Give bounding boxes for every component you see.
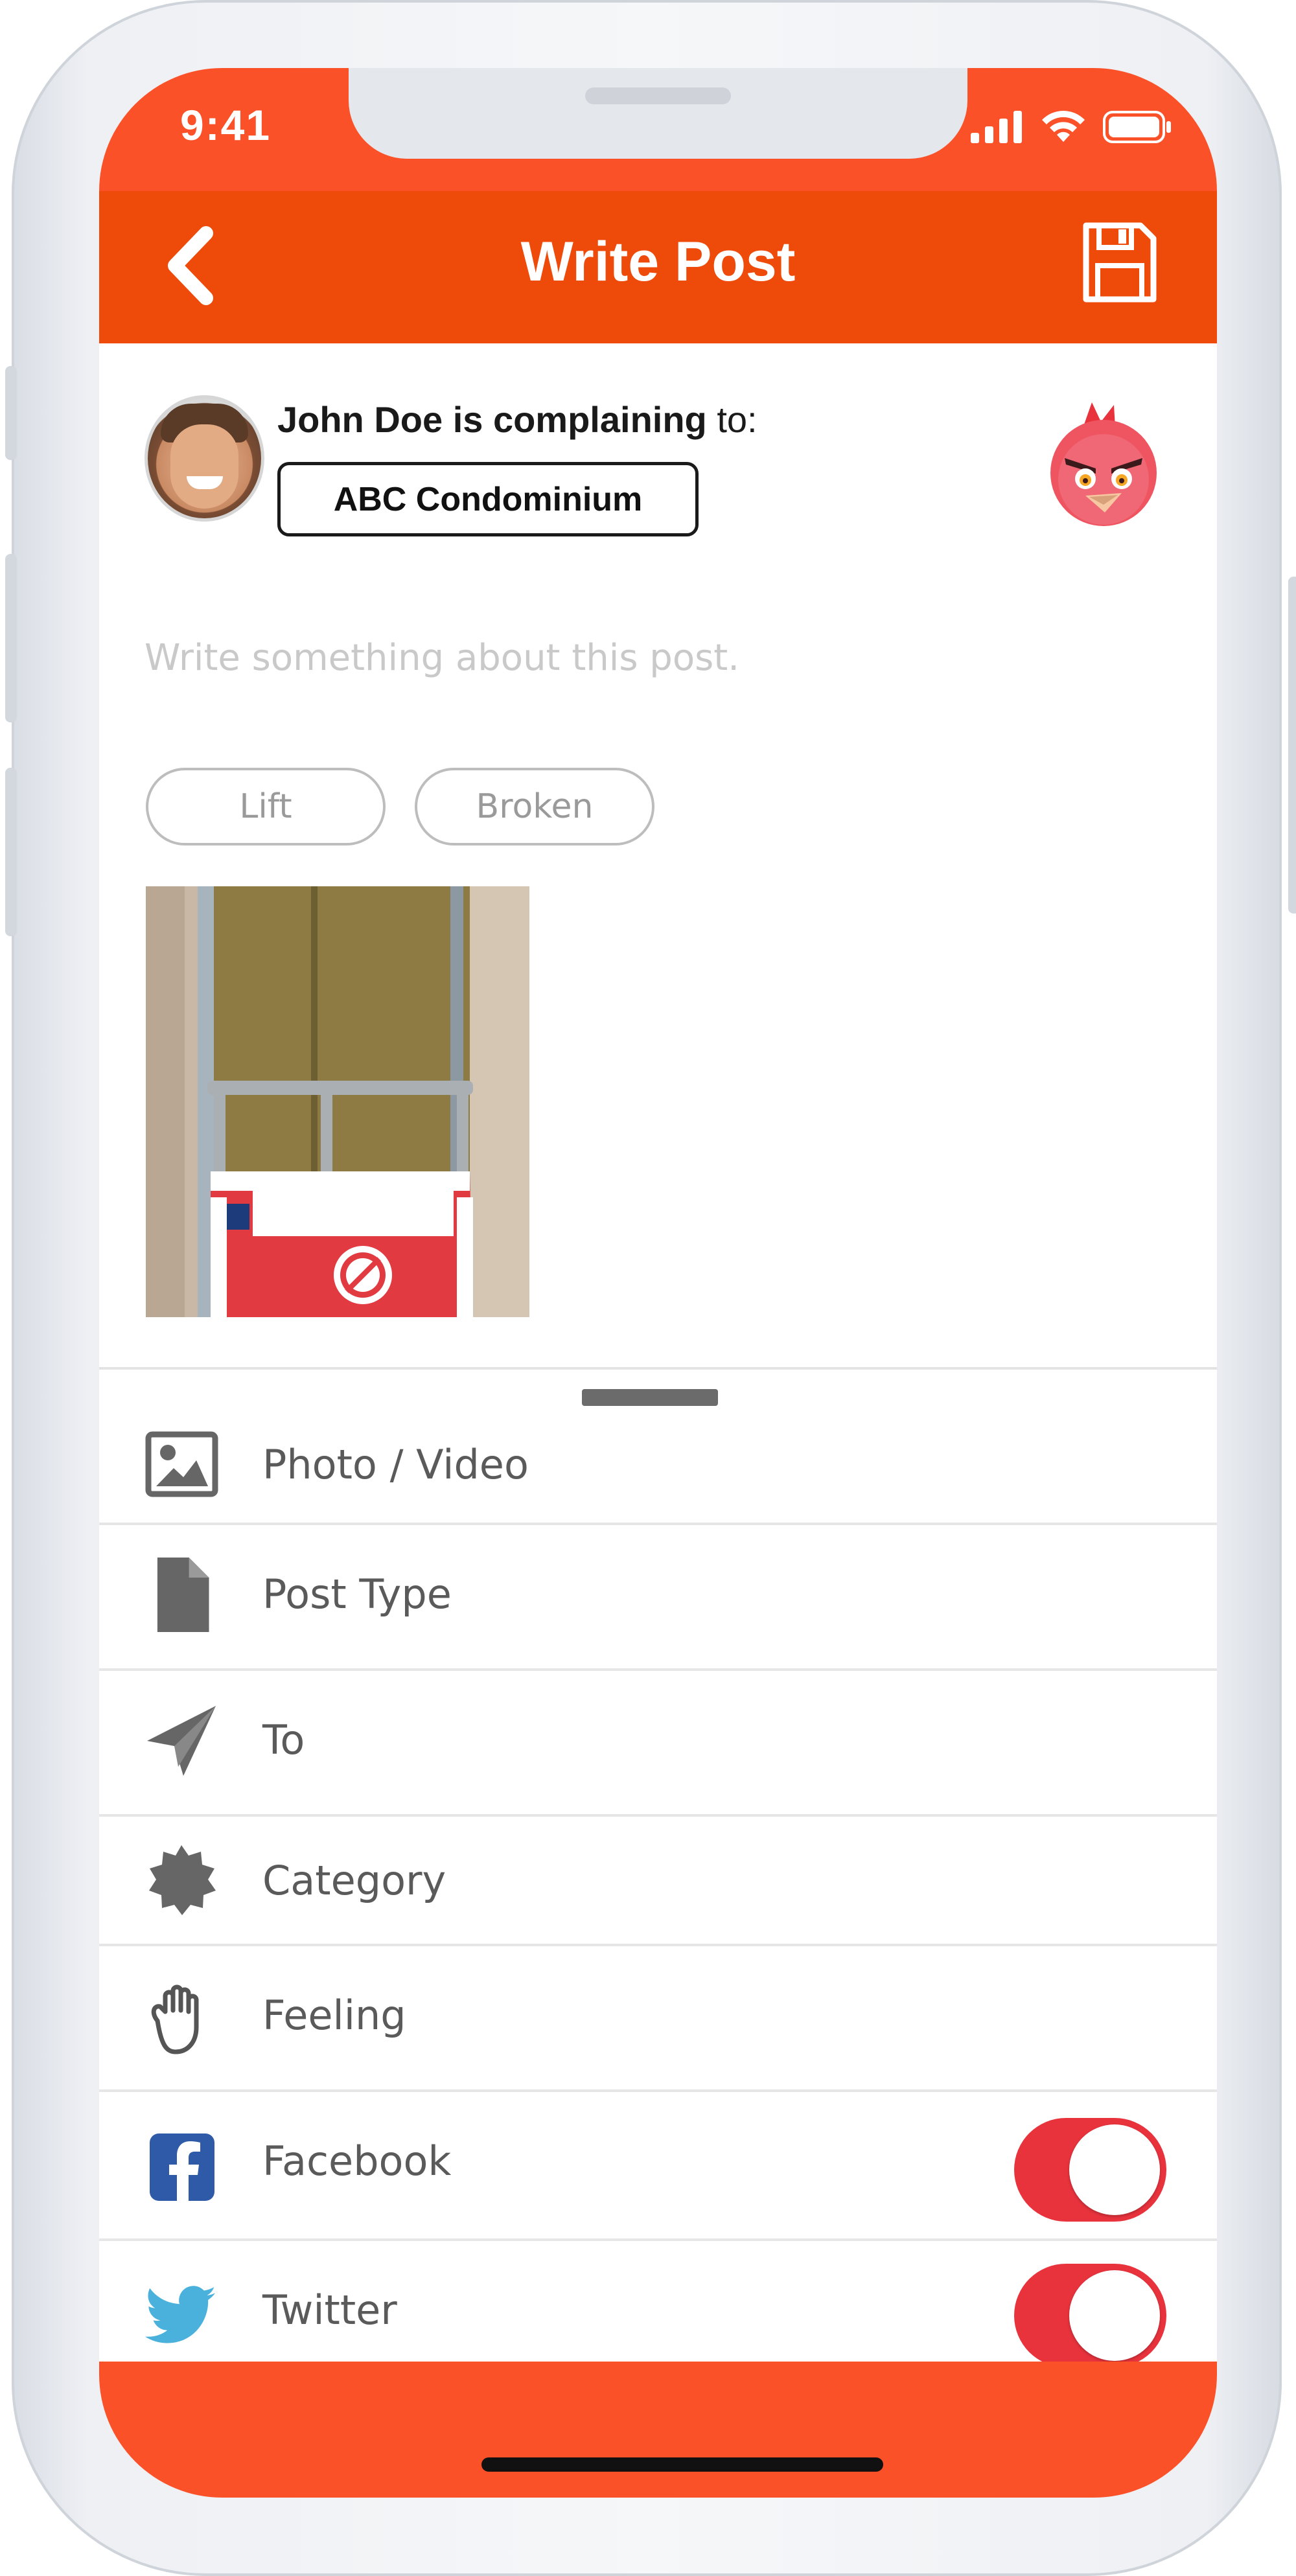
floppy-disk-icon [1083,222,1157,303]
document-icon [157,1558,209,1632]
option-twitter: Twitter [99,2241,1217,2380]
status-icons [971,108,1172,143]
wifi-icon [1042,111,1085,142]
author-preposition: to: [717,399,758,440]
option-label: Feeling [262,1992,406,2039]
post-text-input[interactable] [145,573,1168,742]
toggle-knob [1069,2124,1160,2215]
option-facebook: Facebook [99,2092,1217,2241]
volume-up-button [5,554,17,722]
attached-photo[interactable] [146,886,529,1317]
facebook-icon [150,2133,214,2201]
avatar [145,395,264,522]
option-label: Category [262,1857,446,1904]
option-label: Facebook [262,2137,452,2185]
option-label: To [262,1716,305,1764]
badge-icon [149,1845,216,1915]
facebook-share-toggle[interactable] [1014,2118,1166,2222]
recipient-chip[interactable]: ABC Condominium [277,462,699,536]
post-options-sheet: Photo / Video Post Type To Category Feel… [99,1367,1217,2445]
option-category[interactable]: Category [99,1817,1217,1946]
option-label: Post Type [262,1570,452,1618]
status-time: 9:41 [180,101,272,149]
author-line: John Doe is complaining to: [277,398,758,441]
twitter-icon [145,2286,215,2343]
phone-frame: 9:41 Write Post John Doe is complaining … [5,0,1296,2576]
author-verb: is complaining [452,399,707,440]
option-to[interactable]: To [99,1671,1217,1817]
app-screen: 9:41 Write Post John Doe is complaining … [99,68,1217,2498]
power-button [1288,577,1296,914]
battery-icon [1103,111,1171,143]
option-feeling[interactable]: Feeling [99,1946,1217,2092]
image-icon [145,1431,218,1497]
volume-down-button [5,768,17,936]
twitter-share-toggle[interactable] [1014,2264,1166,2367]
speaker-grille [585,87,731,104]
option-photo-video[interactable]: Photo / Video [99,1409,1217,1525]
bottom-bar [99,2362,1217,2498]
option-label: Twitter [262,2286,397,2334]
angry-bird-icon [1050,402,1157,526]
signal-icon [971,111,1022,143]
save-button[interactable] [1081,220,1159,305]
toggle-knob [1069,2270,1160,2361]
page-title: Write Post [520,231,796,293]
notch [349,68,967,159]
home-indicator[interactable] [481,2457,883,2472]
option-label: Photo / Video [262,1441,529,1488]
paper-plane-icon [147,1706,216,1776]
navigation-bar: Write Post [99,191,1217,343]
author-name[interactable]: John Doe [277,399,443,440]
option-post-type[interactable]: Post Type [99,1525,1217,1671]
tag-chip[interactable]: Broken [415,768,654,845]
tag-chip[interactable]: Lift [146,768,386,845]
silent-switch [5,366,17,460]
hand-icon [151,1984,199,2054]
sheet-grabber[interactable] [582,1389,718,1406]
status-bar: 9:41 [99,68,1217,191]
